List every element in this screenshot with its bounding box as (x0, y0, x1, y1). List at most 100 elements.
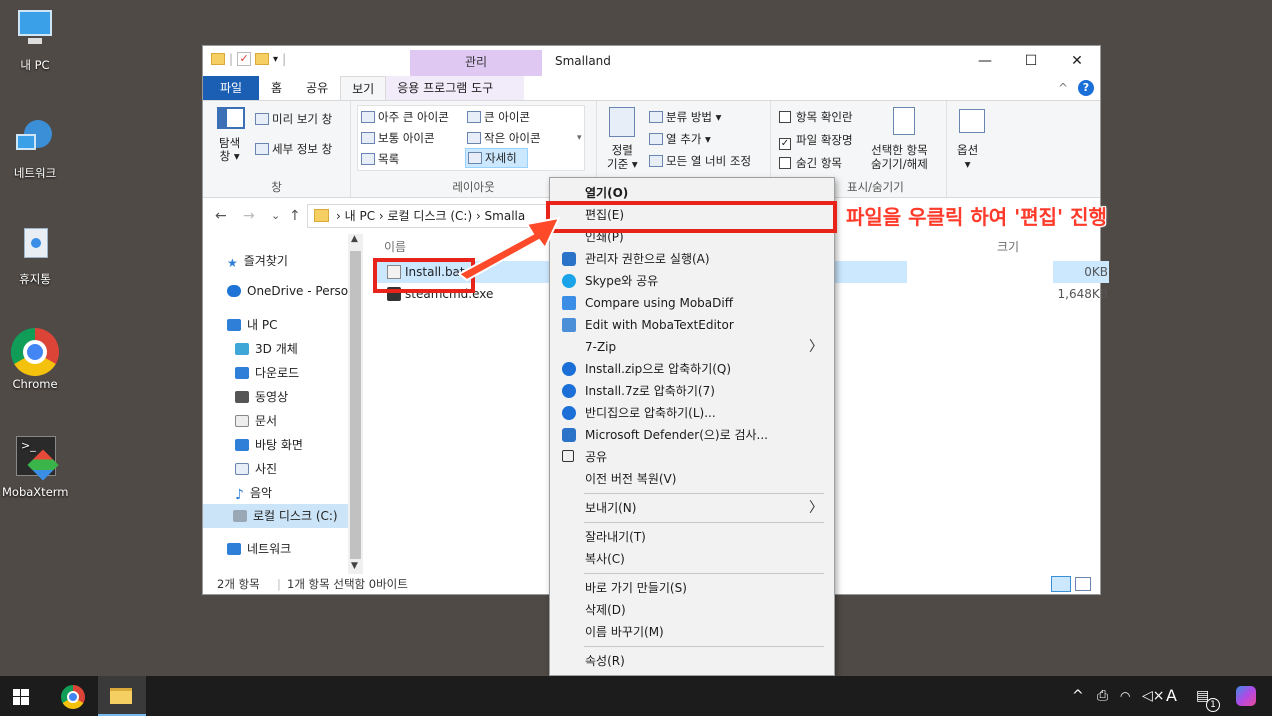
add-columns-icon (649, 133, 663, 145)
desktop-icon-mobaxterm[interactable]: >_ MobaXterm (2, 436, 69, 499)
tab-home[interactable]: 홈 (259, 76, 294, 100)
layout-small-icons[interactable]: 작은 아이콘 (467, 130, 541, 146)
navigation-pane-button[interactable]: 탐색 창 ▾ (219, 137, 240, 163)
tray-overflow-icon[interactable]: ^ (1072, 676, 1084, 716)
chrome-icon (11, 328, 59, 376)
menu-item-restore-versions[interactable]: 이전 버전 복원(V) (551, 468, 833, 490)
nav-scrollbar[interactable]: ▲ ▼ (348, 234, 363, 574)
menu-item-rename[interactable]: 이름 바꾸기(M) (551, 621, 833, 643)
nav-item-this-pc[interactable]: 내 PC (227, 316, 277, 333)
layout-details[interactable]: 자세히 (465, 148, 528, 168)
menu-item-delete[interactable]: 삭제(D) (551, 599, 833, 621)
copilot-icon[interactable] (1236, 686, 1256, 706)
desktop-icon-label: MobaXterm (2, 485, 69, 499)
size-columns-button[interactable]: 모든 열 너비 조정 (649, 153, 751, 169)
menu-item-compress-7z[interactable]: Install.7z로 압축하기(7) (551, 380, 833, 402)
nav-item-network[interactable]: 네트워크 (227, 540, 291, 557)
close-button[interactable]: ✕ (1054, 46, 1100, 76)
meet-now-icon[interactable]: ⎙ (1097, 676, 1108, 716)
details-pane-button[interactable]: 세부 정보 창 (255, 141, 332, 157)
desktop-icon-this-pc[interactable]: 내 PC (2, 8, 68, 73)
layout-large-icons[interactable]: 큰 아이콘 (467, 109, 530, 125)
new-folder-icon[interactable] (255, 53, 270, 65)
desktop-icon-recycle-bin[interactable]: 휴지통 (2, 222, 68, 287)
details-view-icon[interactable] (1051, 576, 1071, 592)
explorer-taskbar-button[interactable] (98, 676, 146, 716)
menu-item-defender-scan[interactable]: Microsoft Defender(으)로 검사... (551, 424, 833, 446)
tab-application-tools[interactable]: 응용 프로그램 도구 (386, 76, 525, 100)
back-button[interactable]: ← (215, 208, 227, 224)
tab-file[interactable]: 파일 (203, 76, 259, 100)
large-icons-icon (467, 111, 481, 123)
add-columns-button[interactable]: 열 추가 ▾ (649, 131, 711, 147)
nav-item-onedrive[interactable]: OneDrive - Person (227, 284, 356, 298)
nav-item-local-disk[interactable]: 로컬 디스크 (C:) (203, 504, 348, 528)
sort-by-button[interactable]: 정렬 기준 ▾ (607, 143, 638, 171)
ribbon-collapse-icon[interactable]: ^ (1058, 76, 1078, 100)
nav-item-quick-access[interactable]: ★ 즐겨찾기 (227, 252, 288, 270)
nav-item-desktop[interactable]: 바탕 화면 (235, 436, 303, 453)
windows-start-icon[interactable] (13, 689, 29, 705)
nav-item-downloads[interactable]: 다운로드 (235, 364, 299, 381)
options-icon (959, 109, 985, 133)
wifi-icon[interactable]: ◠ (1120, 676, 1130, 716)
preview-pane-label: 미리 보기 창 (272, 112, 333, 126)
layout-scroll-icon[interactable]: ▾ (577, 133, 582, 143)
layout-extra-large-icons[interactable]: 아주 큰 아이콘 (361, 109, 449, 125)
notification-count-badge: 1 (1206, 698, 1220, 712)
column-header-size[interactable]: 크기 (997, 238, 1019, 255)
nav-item-videos[interactable]: 동영상 (235, 388, 288, 405)
scroll-up-icon[interactable]: ▲ (351, 234, 358, 244)
minimize-button[interactable]: — (962, 46, 1008, 76)
hide-selected-button[interactable]: 선택한 항목 숨기기/해제 (871, 143, 928, 171)
ime-indicator[interactable]: A (1166, 676, 1177, 716)
menu-item-7zip[interactable]: 7-Zip 〉 (551, 336, 833, 358)
desktop-icon-chrome[interactable]: Chrome (2, 328, 68, 391)
layout-list[interactable]: 목록 (361, 151, 399, 167)
customize-qat-icon[interactable]: ▾ (273, 54, 278, 65)
menu-item-bandizip[interactable]: 반디집으로 압축하기(L)... (551, 402, 833, 424)
layout-label: 목록 (378, 152, 400, 166)
menu-item-compress-zip[interactable]: Install.zip으로 압축하기(Q) (551, 358, 833, 380)
tab-share[interactable]: 공유 (294, 76, 340, 100)
nav-item-pictures[interactable]: 사진 (235, 460, 277, 477)
preview-pane-icon (255, 113, 269, 125)
layout-medium-icons[interactable]: 보통 아이콘 (361, 130, 435, 146)
volume-icon[interactable]: ◁× (1142, 676, 1165, 716)
hide-selected-label: 선택한 항목 (871, 143, 928, 157)
maximize-button[interactable]: ☐ (1008, 46, 1054, 76)
item-checkbox-toggle[interactable]: 항목 확인란 (779, 109, 853, 125)
scroll-down-icon[interactable]: ▼ (351, 561, 358, 571)
column-header-name[interactable]: 이름 (384, 238, 406, 255)
tab-view[interactable]: 보기 (340, 76, 387, 100)
nav-item-music[interactable]: ♪ 음악 (235, 484, 272, 503)
menu-item-copy[interactable]: 복사(C) (551, 548, 833, 570)
nav-item-3d-objects[interactable]: 3D 개체 (235, 340, 298, 357)
menu-item-properties[interactable]: 속성(R) (551, 650, 833, 672)
file-extension-toggle[interactable]: ✓ 파일 확장명 (779, 132, 853, 150)
menu-item-create-shortcut[interactable]: 바로 가기 만들기(S) (551, 577, 833, 599)
hidden-items-toggle[interactable]: 숨긴 항목 (779, 155, 842, 171)
options-button[interactable]: 옵션 ▾ (957, 143, 978, 171)
hidden-items-label: 숨긴 항목 (796, 156, 842, 170)
scrollbar-thumb[interactable] (350, 251, 361, 559)
menu-item-mobadiff[interactable]: Compare using MobaDiff (551, 292, 833, 314)
group-by-button[interactable]: 분류 방법 ▾ (649, 109, 721, 125)
menu-item-run-as-admin[interactable]: 관리자 권한으로 실행(A) (551, 248, 833, 270)
properties-icon[interactable]: ✓ (237, 52, 252, 66)
recent-locations-button[interactable]: ⌄ (271, 209, 280, 222)
chrome-taskbar-icon[interactable] (61, 685, 85, 709)
menu-item-share[interactable]: 공유 (551, 446, 833, 468)
menu-item-send-to[interactable]: 보내기(N) 〉 (551, 497, 833, 519)
forward-button[interactable]: → (243, 208, 255, 224)
menu-item-mobatexteditor[interactable]: Edit with MobaTextEditor (551, 314, 833, 336)
desktop-icon-network[interactable]: 네트워크 (2, 116, 68, 181)
menu-item-cut[interactable]: 잘라내기(T) (551, 526, 833, 548)
help-icon[interactable]: ? (1078, 80, 1094, 96)
nav-item-documents[interactable]: 문서 (235, 412, 277, 429)
preview-pane-button[interactable]: 미리 보기 창 (255, 111, 332, 127)
menu-item-skype-share[interactable]: Skype와 공유 (551, 270, 833, 292)
large-icons-view-icon[interactable] (1075, 577, 1091, 591)
up-button[interactable]: ↑ (289, 208, 301, 224)
nav-label: 네트워크 (247, 542, 292, 556)
